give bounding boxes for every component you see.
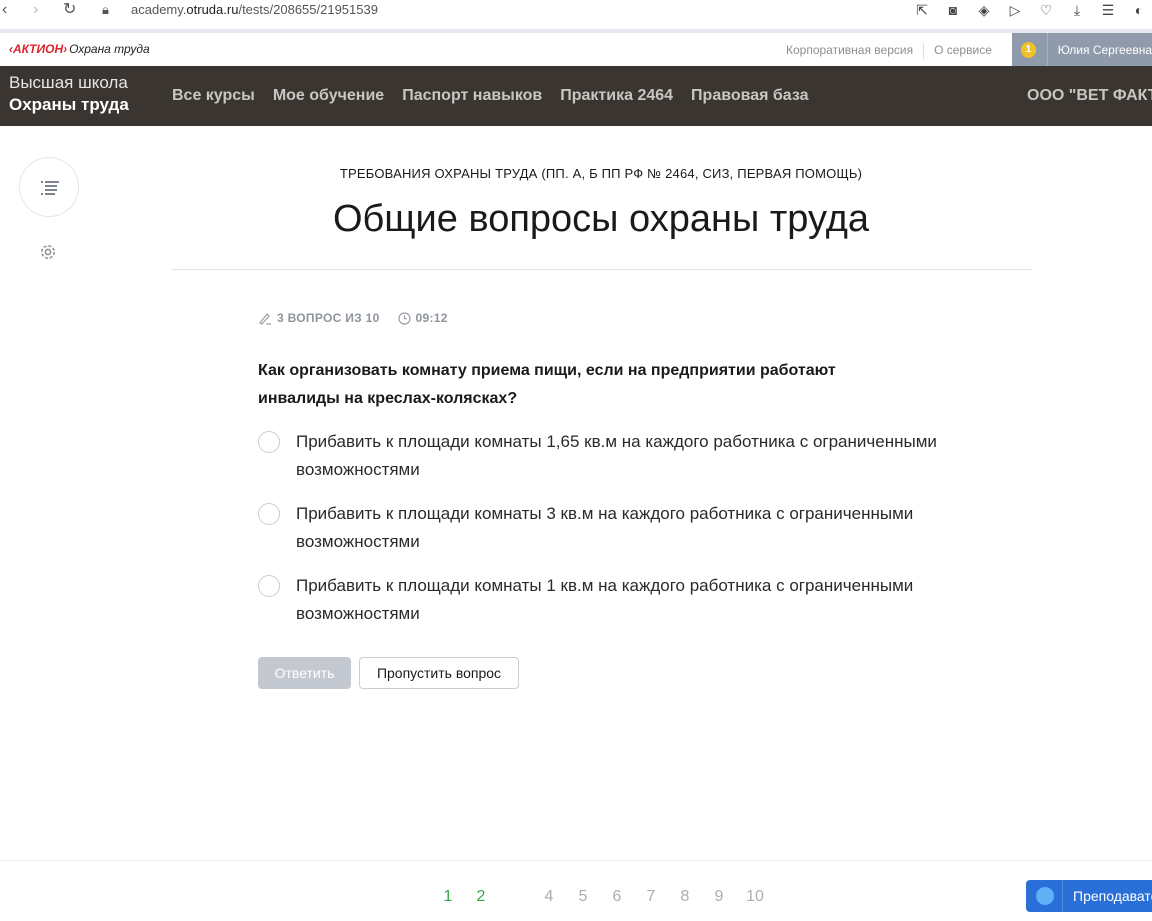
page-4[interactable]: 4 [538,885,560,909]
user-menu[interactable]: 1 Юлия Сергеевна [1012,33,1152,66]
page-8[interactable]: 8 [674,885,696,909]
chat-icon [1036,887,1054,905]
about-service-link[interactable]: О сервисе [934,43,992,59]
back-icon[interactable]: ‹ [2,1,7,19]
question-text: Как организовать комнату приема пищи, ес… [258,362,836,407]
chat-label: Преподаватель [1073,888,1152,904]
heart-icon[interactable]: ♡ [1037,2,1055,19]
question-progress: 3 ВОПРОС ИЗ 10 [277,311,380,325]
nav-items: Все курсы Мое обучение Паспорт навыков П… [172,87,809,105]
menu-icon[interactable]: ☰ [1099,2,1117,19]
page-6[interactable]: 6 [606,885,628,909]
page-1[interactable]: 1 [437,885,459,909]
user-name[interactable]: Юлия Сергеевна [1058,43,1152,57]
forward-icon[interactable]: › [33,1,38,19]
timer-value: 09:12 [415,311,448,325]
page-9[interactable]: 9 [708,885,730,909]
play-icon[interactable]: ▷ [1006,2,1024,19]
nav-item-my-learning[interactable]: Мое обучение [273,87,384,105]
skip-question-button[interactable]: Пропустить вопрос [359,657,519,689]
school-logo[interactable]: Высшая школа Охраны труда [9,72,129,116]
question-meta: 3 ВОПРОС ИЗ 10 09:12 [258,311,448,325]
chat-divider [1062,880,1063,912]
timer: 09:12 [397,311,448,325]
profile-icon[interactable]: ◐ [1130,2,1148,18]
nav-item-legal-base[interactable]: Правовая база [691,87,809,105]
main-navigation: Высшая школа Охраны труда Все курсы Мое … [0,66,1152,126]
page-2[interactable]: 2 [470,885,492,909]
chat-teacher-button[interactable]: Преподаватель [1026,880,1152,912]
submit-answer-button[interactable]: Ответить [258,657,351,689]
notification-badge[interactable]: 1 [1021,41,1036,58]
list-icon [41,181,59,195]
nav-item-practice[interactable]: Практика 2464 [560,87,673,105]
link-divider [923,43,925,59]
service-bar: ‹АКТИОН› Охрана труда Корпоративная верси… [0,33,1152,66]
page-7[interactable]: 7 [640,885,662,909]
organization-name[interactable]: ООО "ВЕТ ФАКТ [1027,87,1152,105]
answer-label[interactable]: Прибавить к площади комнаты 3 кв.м на ка… [296,500,976,556]
footer-divider [0,860,1152,861]
actions-logo[interactable]: ‹АКТИОН› Охрана труда [9,42,150,56]
service-links: Корпоративная версия О сервисе [786,43,992,59]
share-icon[interactable]: ⇱ [913,2,931,19]
user-divider [1046,33,1048,66]
settings-button[interactable] [38,242,58,262]
page-10[interactable]: 10 [744,885,766,909]
nav-item-all-courses[interactable]: Все курсы [172,87,255,105]
radio-button[interactable] [258,431,280,453]
pencil-icon [259,313,271,325]
page-5[interactable]: 5 [572,885,594,909]
test-title: Общие вопросы охраны труда [332,198,870,240]
lock-icon[interactable]: 🔒︎ [102,1,109,19]
corporate-version-link[interactable]: Корпоративная версия [786,43,913,59]
download-icon[interactable]: ⤓ [1068,2,1086,19]
camera-icon[interactable]: ◙ [944,2,962,18]
header-divider [171,269,1033,270]
answer-label[interactable]: Прибавить к площади комнаты 1 кв.м на ка… [296,572,976,628]
clock-icon [397,311,411,325]
reload-icon[interactable]: ↻ [63,1,76,19]
nav-item-skills-passport[interactable]: Паспорт навыков [402,87,542,105]
answer-label[interactable]: Прибавить к площади комнаты 1,65 кв.м на… [296,428,976,484]
address-bar[interactable]: academy.otruda.ru/tests/208655/21951539 [131,2,378,17]
course-name: ТРЕБОВАНИЯ ОХРАНЫ ТРУДА (ПП. А, Б ПП РФ … [339,166,863,181]
radio-button[interactable] [258,575,280,597]
browser-tools: ⇱ ◙ ◈ ▷ ♡ ⤓ ☰ ◐ [913,0,1152,20]
shield-icon[interactable]: ◈ [975,2,993,19]
browser-toolbar: ‹ › ↻ 🔒︎ academy.otruda.ru/tests/208655/… [0,0,1152,30]
radio-button[interactable] [258,503,280,525]
gear-icon [41,245,55,259]
page-3-current[interactable]: 3 [504,885,526,909]
